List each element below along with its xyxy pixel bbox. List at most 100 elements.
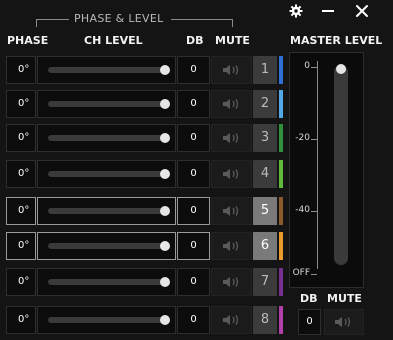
speaker-icon	[335, 317, 351, 327]
group-bracket-left	[36, 19, 69, 20]
channel-level-slider[interactable]	[37, 90, 176, 118]
speaker-icon	[222, 65, 238, 75]
slider-track	[48, 67, 165, 73]
speaker-icon	[222, 99, 238, 109]
db-field[interactable]: 0	[177, 268, 210, 296]
scale-tick	[311, 274, 317, 275]
group-bracket-right-tick	[232, 19, 233, 27]
mute-button[interactable]	[211, 197, 252, 225]
speaker-icon	[222, 315, 238, 325]
scale-tick	[311, 211, 317, 212]
minimize-button[interactable]	[318, 2, 338, 20]
phase-field[interactable]: 0°	[6, 90, 36, 118]
channel-level-slider[interactable]	[37, 56, 176, 84]
slider-track	[48, 208, 165, 214]
settings-button[interactable]	[286, 2, 306, 20]
mute-button[interactable]	[211, 56, 252, 84]
master-mute-button[interactable]	[324, 309, 364, 335]
col-header-db: DB	[186, 34, 204, 47]
master-level-slider[interactable]	[325, 61, 357, 269]
channel-row-5: 0° 0 5	[0, 197, 284, 225]
channel-level-slider[interactable]	[37, 160, 176, 188]
db-field[interactable]: 0	[177, 306, 210, 334]
db-field[interactable]: 0	[177, 90, 210, 118]
phase-field[interactable]: 0°	[6, 56, 36, 84]
scale-tick	[311, 139, 317, 140]
close-icon	[356, 5, 368, 17]
mute-button[interactable]	[211, 124, 252, 152]
phase-field[interactable]: 0°	[6, 124, 36, 152]
mute-button[interactable]	[211, 268, 252, 296]
slider-knob[interactable]	[160, 277, 170, 287]
slider-knob[interactable]	[160, 241, 170, 251]
channel-level-slider[interactable]	[37, 268, 176, 296]
group-bracket-right	[171, 19, 233, 20]
master-level-panel: 0 -20 -40 OFF	[289, 52, 364, 288]
speaker-icon	[222, 241, 238, 251]
channel-level-slider[interactable]	[37, 232, 176, 260]
channel-color-strip	[279, 232, 283, 260]
mute-button[interactable]	[211, 160, 252, 188]
db-field[interactable]: 0	[177, 56, 210, 84]
channel-row-1: 0° 0 1	[0, 56, 284, 84]
channel-row-6: 0° 0 6	[0, 232, 284, 260]
channel-row-4: 0° 0 4	[0, 160, 284, 188]
phase-field[interactable]: 0°	[6, 268, 36, 296]
slider-track	[48, 101, 165, 107]
channel-number[interactable]: 1	[253, 56, 277, 84]
db-field[interactable]: 0	[177, 197, 210, 225]
slider-knob[interactable]	[160, 206, 170, 216]
app-window: PHASE & LEVEL PHASE CH LEVEL DB MUTE 0° …	[0, 0, 393, 340]
master-db-header: DB	[300, 292, 318, 305]
phase-field[interactable]: 0°	[6, 160, 36, 188]
channel-number[interactable]: 6	[253, 232, 277, 260]
channel-row-3: 0° 0 3	[0, 124, 284, 152]
mute-button[interactable]	[211, 90, 252, 118]
col-header-mute: MUTE	[215, 34, 250, 47]
master-slider-knob[interactable]	[336, 64, 346, 74]
channel-number[interactable]: 8	[253, 306, 277, 334]
mute-button[interactable]	[211, 232, 252, 260]
slider-knob[interactable]	[160, 65, 170, 75]
scale-label-0: 0	[304, 61, 310, 71]
slider-knob[interactable]	[160, 133, 170, 143]
db-field[interactable]: 0	[177, 232, 210, 260]
close-button[interactable]	[352, 2, 372, 20]
scale-label-minus-40: -40	[295, 205, 310, 215]
speaker-icon	[222, 206, 238, 216]
db-field[interactable]: 0	[177, 160, 210, 188]
speaker-icon	[222, 133, 238, 143]
slider-knob[interactable]	[160, 315, 170, 325]
channel-level-slider[interactable]	[37, 197, 176, 225]
phase-field[interactable]: 0°	[6, 232, 36, 260]
slider-track	[48, 243, 165, 249]
scale-tick	[311, 67, 317, 68]
phase-field[interactable]: 0°	[6, 197, 36, 225]
slider-track	[48, 171, 165, 177]
channel-number[interactable]: 2	[253, 90, 277, 118]
scale-label-off: OFF	[292, 268, 310, 278]
master-scale-line	[317, 61, 318, 269]
group-bracket-left-tick	[36, 19, 37, 27]
channel-color-strip	[279, 306, 283, 334]
channel-level-slider[interactable]	[37, 124, 176, 152]
channel-number[interactable]: 7	[253, 268, 277, 296]
channel-level-slider[interactable]	[37, 306, 176, 334]
master-level-title: MASTER LEVEL	[290, 34, 383, 47]
channel-color-strip	[279, 124, 283, 152]
minimize-icon	[322, 10, 334, 12]
speaker-icon	[222, 169, 238, 179]
master-db-field[interactable]: 0	[298, 309, 321, 335]
channel-number[interactable]: 4	[253, 160, 277, 188]
col-header-phase: PHASE	[7, 34, 49, 47]
channel-number[interactable]: 3	[253, 124, 277, 152]
channel-color-strip	[279, 160, 283, 188]
mute-button[interactable]	[211, 306, 252, 334]
channel-number[interactable]: 5	[253, 197, 277, 225]
slider-knob[interactable]	[160, 169, 170, 179]
channel-color-strip	[279, 56, 283, 84]
gear-icon	[289, 4, 303, 18]
phase-field[interactable]: 0°	[6, 306, 36, 334]
slider-knob[interactable]	[160, 99, 170, 109]
db-field[interactable]: 0	[177, 124, 210, 152]
